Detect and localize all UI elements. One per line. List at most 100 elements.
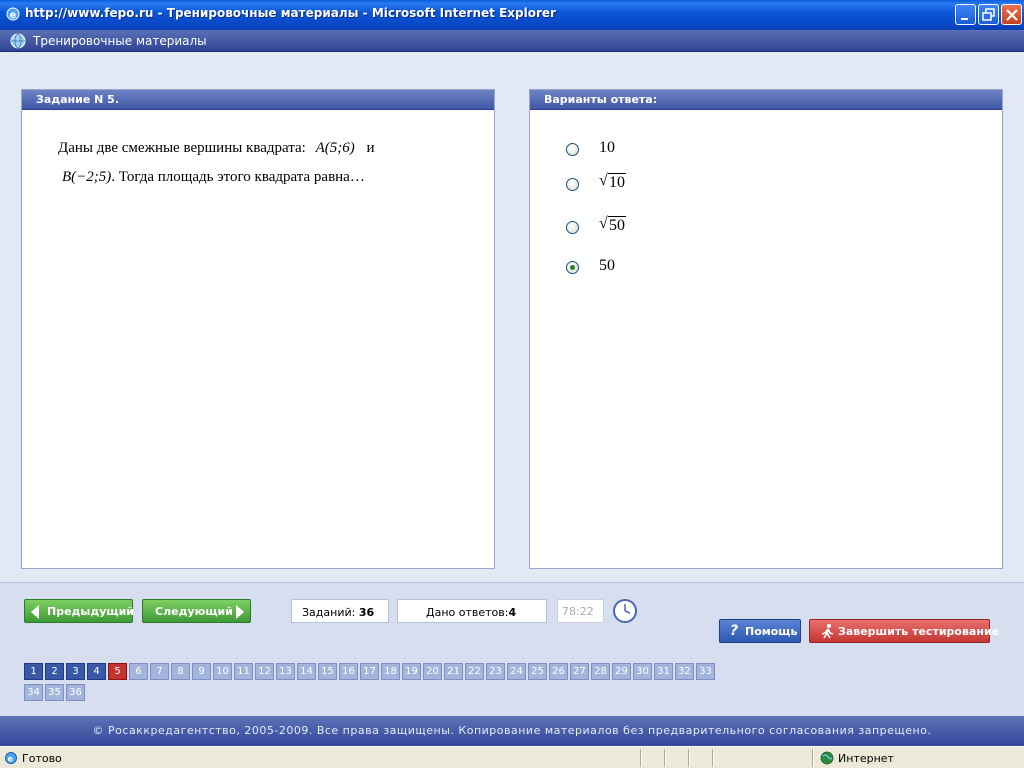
ie-logo-icon: e (6, 7, 20, 21)
radio-unchecked[interactable] (566, 221, 579, 234)
question-number-16[interactable]: 16 (339, 663, 358, 680)
finish-label: Завершить тестирование (838, 625, 1000, 638)
minimize-button[interactable] (955, 4, 976, 25)
answers-header: Варианты ответа: (530, 90, 1002, 110)
question-mark-icon: ? (730, 623, 739, 639)
question-number-6[interactable]: 6 (129, 663, 148, 680)
internet-zone-icon (820, 751, 834, 765)
question-number-31[interactable]: 31 (654, 663, 673, 680)
question-number-27[interactable]: 27 (570, 663, 589, 680)
next-button[interactable]: Следующий (142, 599, 251, 623)
close-button[interactable] (1001, 4, 1022, 25)
answered-counter: Дано ответов:4 (397, 599, 547, 623)
maximize-button[interactable] (978, 4, 999, 25)
status-bar: e Готово Интернет (0, 746, 1024, 768)
app-header: Тренировочные материалы (0, 30, 1024, 52)
question-number-18[interactable]: 18 (381, 663, 400, 680)
radical-sign: √ (599, 215, 608, 232)
answered-count: 4 (508, 606, 517, 619)
point-b: B(−2;5) (62, 169, 112, 185)
question-number-8[interactable]: 8 (171, 663, 190, 680)
question-number-17[interactable]: 17 (360, 663, 379, 680)
question-number-10[interactable]: 10 (213, 663, 232, 680)
navigation-bar: Предыдущий Следующий Заданий: 36 Дано от… (0, 582, 1024, 716)
previous-button[interactable]: Предыдущий (24, 599, 134, 623)
finish-test-button[interactable]: Завершить тестирование (809, 619, 999, 643)
radio-unchecked[interactable] (566, 143, 579, 156)
question-number-35[interactable]: 35 (45, 684, 64, 701)
question-number-36[interactable]: 36 (66, 684, 85, 701)
sqrt-expression: √ 50 (599, 215, 626, 235)
question-text: Даны две смежные вершины квадрата: A(5;6… (58, 134, 478, 192)
answer-option-label: √ 10 (599, 172, 626, 192)
question-number-3[interactable]: 3 (66, 663, 85, 680)
status-separator (812, 749, 814, 767)
question-panel: Задание N 5. Даны две смежные вершины кв… (21, 89, 495, 569)
conjunction: и (366, 140, 375, 156)
page-icon: e (5, 752, 17, 764)
answer-option-label: 10 (599, 139, 615, 156)
radio-unchecked[interactable] (566, 178, 579, 191)
svg-text:e: e (10, 10, 17, 21)
next-label: Следующий (155, 605, 233, 618)
question-number-2[interactable]: 2 (45, 663, 64, 680)
close-icon (1006, 9, 1018, 21)
running-man-icon (821, 624, 834, 639)
point-a: A(5;6) (315, 140, 355, 156)
question-text-part2: . Тогда площадь этого квадрата равна… (111, 169, 365, 185)
clock-icon (613, 599, 637, 623)
question-number-4[interactable]: 4 (87, 663, 106, 680)
answers-panel: Варианты ответа: 10 √ 10 √ 50 50 (529, 89, 1003, 569)
globe-icon (10, 33, 26, 49)
status-text: Готово (22, 752, 62, 765)
help-label: Помощь (745, 625, 798, 638)
question-number-23[interactable]: 23 (486, 663, 505, 680)
question-number-15[interactable]: 15 (318, 663, 337, 680)
question-number-24[interactable]: 24 (507, 663, 526, 680)
radical-sign: √ (599, 172, 608, 189)
question-number-29[interactable]: 29 (612, 663, 631, 680)
radio-checked[interactable] (566, 261, 579, 274)
timer-display: 78:22 (557, 599, 604, 623)
question-number-11[interactable]: 11 (234, 663, 253, 680)
question-number-30[interactable]: 30 (633, 663, 652, 680)
question-header: Задание N 5. (22, 90, 494, 110)
question-number-21[interactable]: 21 (444, 663, 463, 680)
question-number-14[interactable]: 14 (297, 663, 316, 680)
arrow-left-icon (31, 605, 39, 619)
question-number-22[interactable]: 22 (465, 663, 484, 680)
footer: © Росаккредагентство, 2005-2009. Все пра… (0, 716, 1024, 746)
question-number-9[interactable]: 9 (192, 663, 211, 680)
tasks-count: 36 (358, 606, 375, 619)
question-text-part1: Даны две смежные вершины квадрата: (58, 140, 306, 156)
arrow-right-icon (236, 605, 244, 619)
question-number-25[interactable]: 25 (528, 663, 547, 680)
question-number-1[interactable]: 1 (24, 663, 43, 680)
status-separator (688, 749, 690, 767)
question-number-19[interactable]: 19 (402, 663, 421, 680)
question-number-13[interactable]: 13 (276, 663, 295, 680)
question-number-33[interactable]: 33 (696, 663, 715, 680)
main-area: Задание N 5. Даны две смежные вершины кв… (0, 52, 1024, 582)
sqrt-expression: √ 10 (599, 172, 626, 192)
help-button[interactable]: ? Помощь (719, 619, 801, 643)
answer-option-label: 50 (599, 257, 615, 274)
status-separator (664, 749, 666, 767)
answered-label: Дано ответов: (426, 606, 509, 619)
svg-text:e: e (8, 755, 14, 764)
question-number-5[interactable]: 5 (108, 663, 127, 680)
question-number-26[interactable]: 26 (549, 663, 568, 680)
window-title: http://www.fepo.ru - Тренировочные матер… (25, 6, 556, 20)
question-number-32[interactable]: 32 (675, 663, 694, 680)
question-number-12[interactable]: 12 (255, 663, 274, 680)
tasks-counter: Заданий: 36 (291, 599, 389, 623)
question-number-28[interactable]: 28 (591, 663, 610, 680)
zone-text: Интернет (838, 752, 894, 765)
status-separator (640, 749, 642, 767)
radicand: 50 (608, 216, 626, 234)
question-number-34[interactable]: 34 (24, 684, 43, 701)
status-separator (712, 749, 714, 767)
question-number-7[interactable]: 7 (150, 663, 169, 680)
radio-dot (570, 265, 575, 270)
question-number-20[interactable]: 20 (423, 663, 442, 680)
